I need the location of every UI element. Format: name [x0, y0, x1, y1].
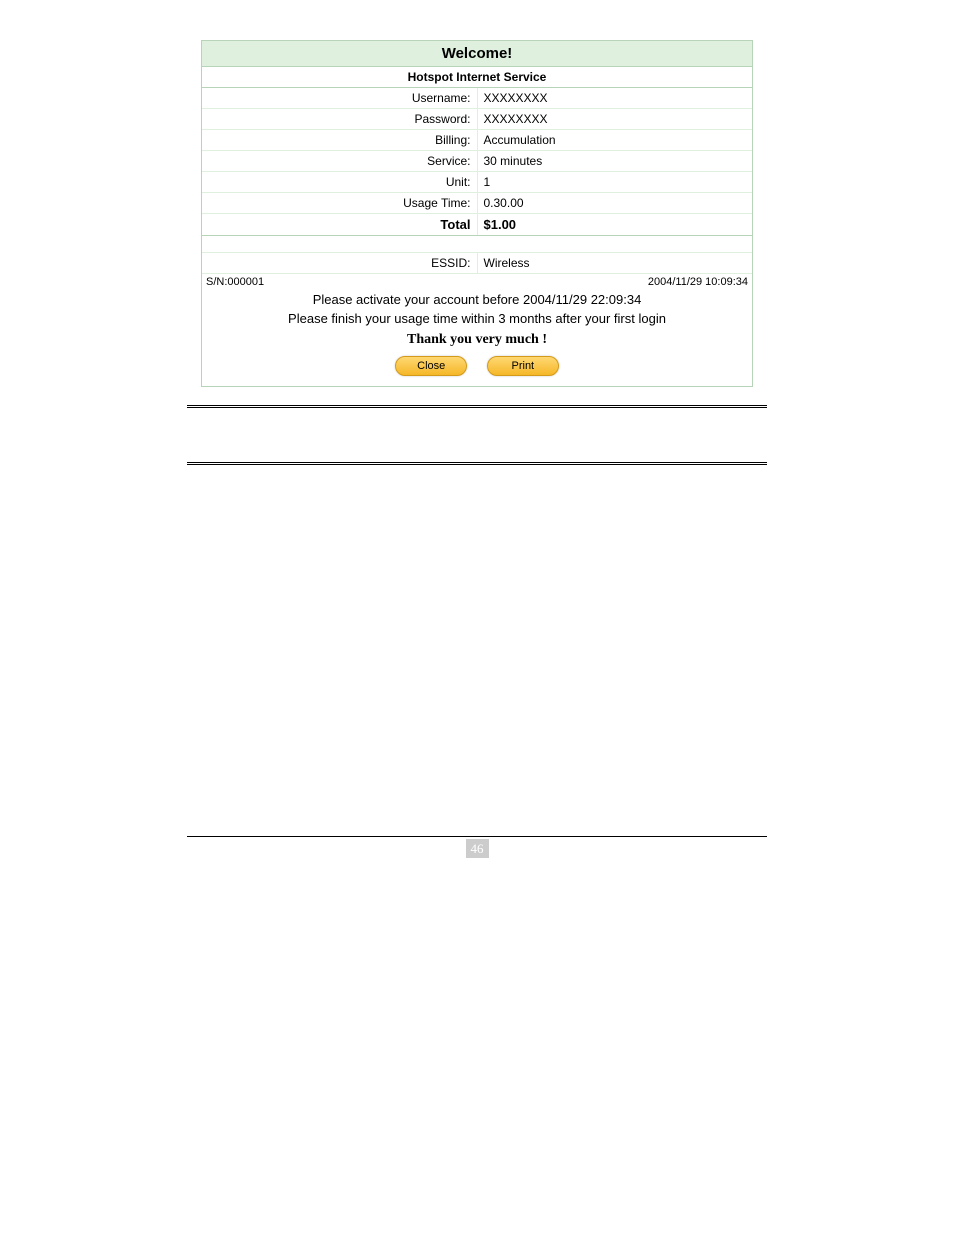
details-table: Username: XXXXXXXX Password: XXXXXXXX Bi… [202, 88, 752, 274]
close-button[interactable]: Close [395, 356, 467, 376]
p2-c: and [378, 576, 406, 592]
p5: Click on the Credit Card link to begin s… [187, 793, 767, 815]
username-label: Username: [202, 88, 477, 109]
service-title: Hotspot Internet Service [202, 67, 752, 88]
p1-a: This section is used in conjunction with [187, 480, 421, 496]
finish-message: Please finish your usage time within 3 m… [202, 309, 752, 328]
page-number: 46 [466, 839, 489, 858]
password-label: Password: [202, 109, 477, 130]
service-value: 30 minutes [477, 151, 752, 172]
username-value: XXXXXXXX [477, 88, 752, 109]
page-number-bar: 46 [187, 836, 767, 857]
total-label: Total [202, 214, 477, 236]
body-text: This section is used in conjunction with… [187, 465, 767, 816]
print-button[interactable]: Print [487, 356, 559, 376]
essid-label: ESSID: [202, 253, 477, 274]
ticket-box: Welcome! Hotspot Internet Service Userna… [201, 40, 753, 387]
password-value: XXXXXXXX [477, 109, 752, 130]
billing-label: Billing: [202, 130, 477, 151]
unit-value: 1 [477, 172, 752, 193]
section-heading: 3-2-5 Credit Card [187, 438, 767, 456]
usage-label: Usage Time: [202, 193, 477, 214]
print-timestamp: 2004/11/29 10:09:34 [648, 276, 748, 288]
usage-value: 0.30.00 [477, 193, 752, 214]
activate-message: Please activate your account before 2004… [202, 290, 752, 309]
serial-number: S/N:000001 [206, 276, 264, 288]
billing-value: Accumulation [477, 130, 752, 151]
unit-label: Unit: [202, 172, 477, 193]
p1-b: Authorize.net [421, 480, 504, 495]
p2-d: Password [406, 576, 467, 591]
essid-value: Wireless [477, 253, 752, 274]
thank-you-text: Thank you very much ! [202, 328, 752, 356]
service-label: Service: [202, 151, 477, 172]
p2-b: Username [315, 576, 378, 591]
horizontal-rule [187, 405, 767, 408]
welcome-title: Welcome! [202, 41, 752, 67]
total-value: $1.00 [477, 214, 752, 236]
p3: On the credit card billing page, your cu… [187, 624, 767, 714]
p4: Once the transaction is successful, Auth… [187, 720, 767, 787]
